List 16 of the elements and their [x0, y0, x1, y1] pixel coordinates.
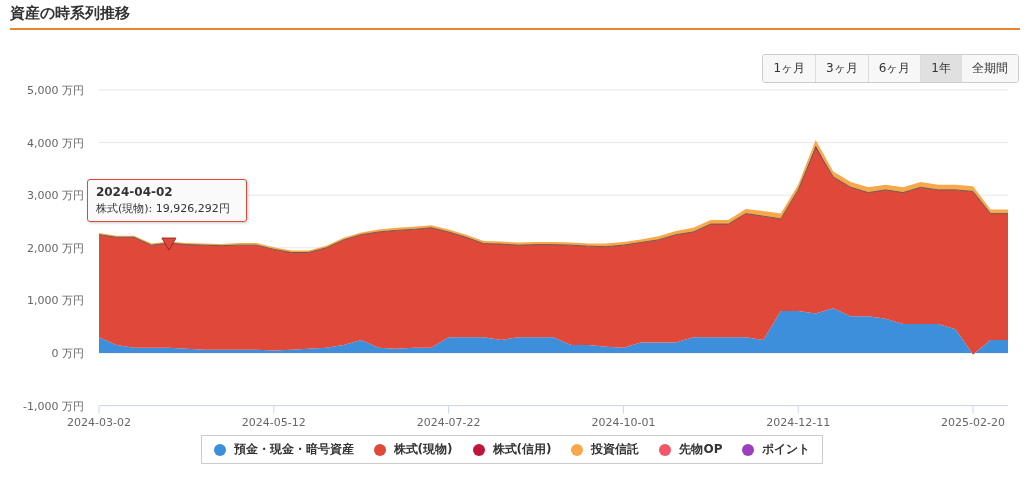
- tooltip-value: 株式(現物): 19,926,292円: [95, 201, 231, 217]
- x-axis-label: 2025-02-20: [941, 415, 1005, 429]
- y-axis-label: 0 万円: [51, 347, 84, 360]
- x-axis-label: 2024-12-11: [766, 415, 831, 429]
- x-axis-label: 2024-10-01: [591, 415, 656, 429]
- y-axis-label: 2,000 万円: [27, 241, 84, 255]
- y-axis-label: -1,000 万円: [23, 399, 84, 413]
- x-axis-label: 2024-03-02: [67, 415, 131, 429]
- section-title: 資産の時系列推移: [10, 0, 1020, 30]
- y-axis-label: 5,000 万円: [27, 84, 84, 97]
- tooltip-date: 2024-04-02: [95, 185, 174, 200]
- x-axis-label: 2024-07-22: [416, 415, 481, 429]
- y-axis-label: 4,000 万円: [27, 136, 84, 150]
- x-axis-label: 2024-05-12: [241, 415, 306, 429]
- y-axis-label: 3,000 万円: [27, 189, 84, 203]
- y-axis-label: 1,000 万円: [27, 294, 84, 308]
